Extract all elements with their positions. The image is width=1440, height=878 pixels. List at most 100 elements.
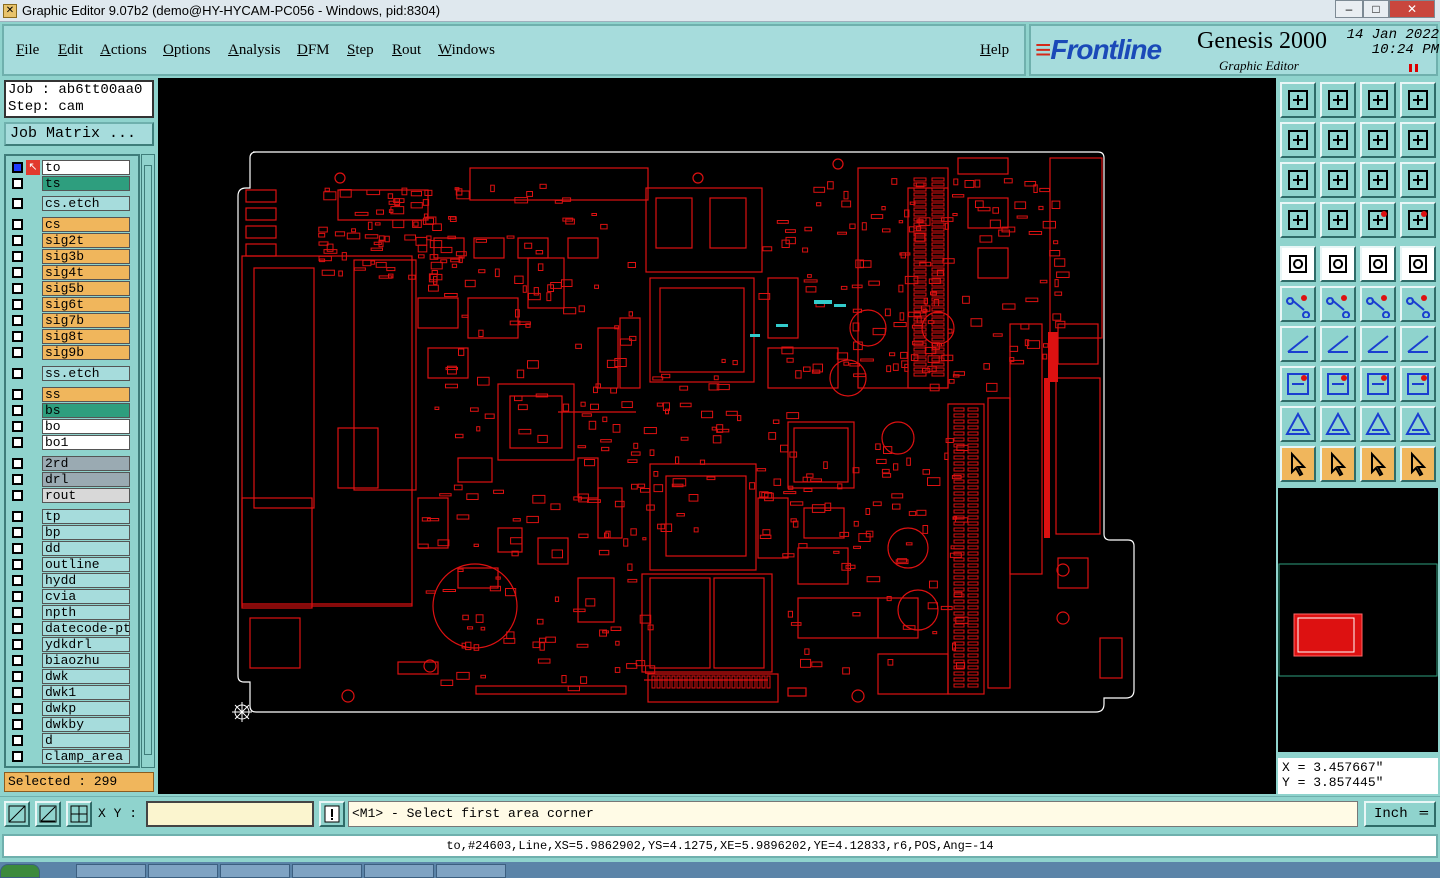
menu-step[interactable]: Step	[347, 42, 374, 59]
layer-row-clamp-area[interactable]: clamp_area	[8, 749, 130, 764]
layer-name[interactable]: bo	[42, 419, 130, 434]
layer-row-dwkp[interactable]: dwkp	[8, 701, 130, 716]
layer-name[interactable]: dd	[42, 541, 130, 556]
maximize-button[interactable]: □	[1363, 0, 1389, 18]
board-overview[interactable]	[1278, 488, 1438, 752]
layer-name[interactable]: sig4t	[42, 265, 130, 280]
pointer-button[interactable]	[1280, 446, 1316, 482]
layer-row-sig4t[interactable]: sig4t	[8, 265, 130, 280]
layer-checkbox[interactable]	[12, 591, 23, 602]
layer-name[interactable]: dwk	[42, 669, 130, 684]
layer-row-bo[interactable]: bo	[8, 419, 130, 434]
layer-name[interactable]: d	[42, 733, 130, 748]
layer-name[interactable]: sig5b	[42, 281, 130, 296]
layer-features-button[interactable]	[1360, 202, 1396, 238]
layer-name[interactable]: hydd	[42, 573, 130, 588]
help-button[interactable]	[1400, 162, 1436, 198]
layer-name[interactable]: drl	[42, 472, 130, 487]
layer-checkbox[interactable]	[12, 389, 23, 400]
delete-node-button[interactable]	[1320, 286, 1356, 322]
layer-name[interactable]: bp	[42, 525, 130, 540]
layer-checkbox[interactable]	[12, 559, 23, 570]
zoom-step-button[interactable]	[1400, 122, 1436, 158]
pan-left-button[interactable]	[1280, 122, 1316, 158]
layer-name[interactable]: cs	[42, 217, 130, 232]
layer-checkbox[interactable]	[12, 639, 23, 650]
layer-row-ts[interactable]: ts	[8, 176, 130, 191]
window-split-button[interactable]	[1400, 82, 1436, 118]
layer-row-ss-etch[interactable]: ss.etch	[8, 366, 130, 381]
layer-checkbox[interactable]	[12, 299, 23, 310]
job-matrix-button[interactable]: Job Matrix ...	[4, 122, 154, 146]
pointer-net-button[interactable]	[1400, 446, 1436, 482]
view-home-button[interactable]	[1280, 82, 1316, 118]
layer-checkbox[interactable]	[12, 267, 23, 278]
layer-row-cvia[interactable]: cvia	[8, 589, 130, 604]
menu-rout[interactable]: Rout	[392, 42, 421, 59]
layer-name[interactable]: sig7b	[42, 313, 130, 328]
work-layer-icon[interactable]: ↖	[26, 160, 40, 175]
layer-checkbox[interactable]	[12, 235, 23, 246]
layer-name[interactable]: sig6t	[42, 297, 130, 312]
taskbar-item[interactable]	[76, 864, 146, 878]
menu-edit[interactable]: Edit	[58, 42, 83, 59]
layer-checkbox[interactable]	[12, 751, 23, 762]
layer-checkbox[interactable]	[12, 437, 23, 448]
connect-nodes-button[interactable]	[1280, 286, 1316, 322]
layer-row-bo1[interactable]: bo1	[8, 435, 130, 450]
layer-checkbox[interactable]	[12, 331, 23, 342]
minimize-button[interactable]: ‒	[1335, 0, 1363, 18]
layer-name[interactable]: dwkby	[42, 717, 130, 732]
layer-checkbox[interactable]	[12, 198, 23, 209]
close-button[interactable]: ✕	[1389, 0, 1435, 18]
pointer-box-button[interactable]	[1360, 446, 1396, 482]
layer-checkbox[interactable]	[12, 162, 23, 173]
layer-checkbox[interactable]	[12, 623, 23, 634]
layer-name[interactable]: cvia	[42, 589, 130, 604]
layer-row-sig2t[interactable]: sig2t	[8, 233, 130, 248]
move-node-button[interactable]	[1360, 286, 1396, 322]
layer-row-2rd[interactable]: 2rd	[8, 456, 130, 471]
layer-name[interactable]: outline	[42, 557, 130, 572]
layer-row-ydkdrl[interactable]: ydkdrl	[8, 637, 130, 652]
menu-help[interactable]: Help	[980, 42, 1009, 59]
layer-row-ss[interactable]: ss	[8, 387, 130, 402]
layer-checkbox[interactable]	[12, 178, 23, 189]
layer-row-datecode-ptc[interactable]: datecode-ptc	[8, 621, 130, 636]
break-line-button[interactable]	[1320, 366, 1356, 402]
view-restore-button[interactable]	[1360, 82, 1396, 118]
layer-row-dd[interactable]: dd	[8, 541, 130, 556]
pause-icon[interactable]	[1409, 64, 1418, 72]
layer-checkbox[interactable]	[12, 671, 23, 682]
zoom-center-button[interactable]	[1320, 162, 1356, 198]
pan-right-button[interactable]	[1320, 122, 1356, 158]
layer-name[interactable]: ss.etch	[42, 366, 130, 381]
layer-name[interactable]: clamp_area	[42, 749, 130, 764]
layer-row-bs[interactable]: bs	[8, 403, 130, 418]
layer-checkbox[interactable]	[12, 458, 23, 469]
layer-checkbox[interactable]	[12, 474, 23, 485]
layer-row-sig3b[interactable]: sig3b	[8, 249, 130, 264]
layer-row-cs[interactable]: cs	[8, 217, 130, 232]
layer-checkbox[interactable]	[12, 543, 23, 554]
add-node-button[interactable]	[1400, 286, 1436, 322]
taskbar-item[interactable]	[364, 864, 434, 878]
layer-checkbox[interactable]	[12, 687, 23, 698]
layer-checkbox[interactable]	[12, 719, 23, 730]
start-button[interactable]	[0, 864, 40, 878]
measure-button[interactable]	[35, 801, 61, 827]
triangle-cut-button[interactable]	[1400, 406, 1436, 442]
layer-name[interactable]: rout	[42, 488, 130, 503]
layer-name[interactable]: bs	[42, 403, 130, 418]
layer-row-d[interactable]: d	[8, 733, 130, 748]
layer-name[interactable]: sig9b	[42, 345, 130, 360]
xy-input[interactable]	[146, 801, 314, 827]
taskbar-item[interactable]	[436, 864, 506, 878]
layer-row-rout[interactable]: rout	[8, 488, 130, 503]
layer-checkbox[interactable]	[12, 421, 23, 432]
layer-name[interactable]: 2rd	[42, 456, 130, 471]
pad-button[interactable]	[1400, 246, 1436, 282]
layer-checkbox[interactable]	[12, 490, 23, 501]
layer-checkbox[interactable]	[12, 368, 23, 379]
layer-name[interactable]: dwk1	[42, 685, 130, 700]
